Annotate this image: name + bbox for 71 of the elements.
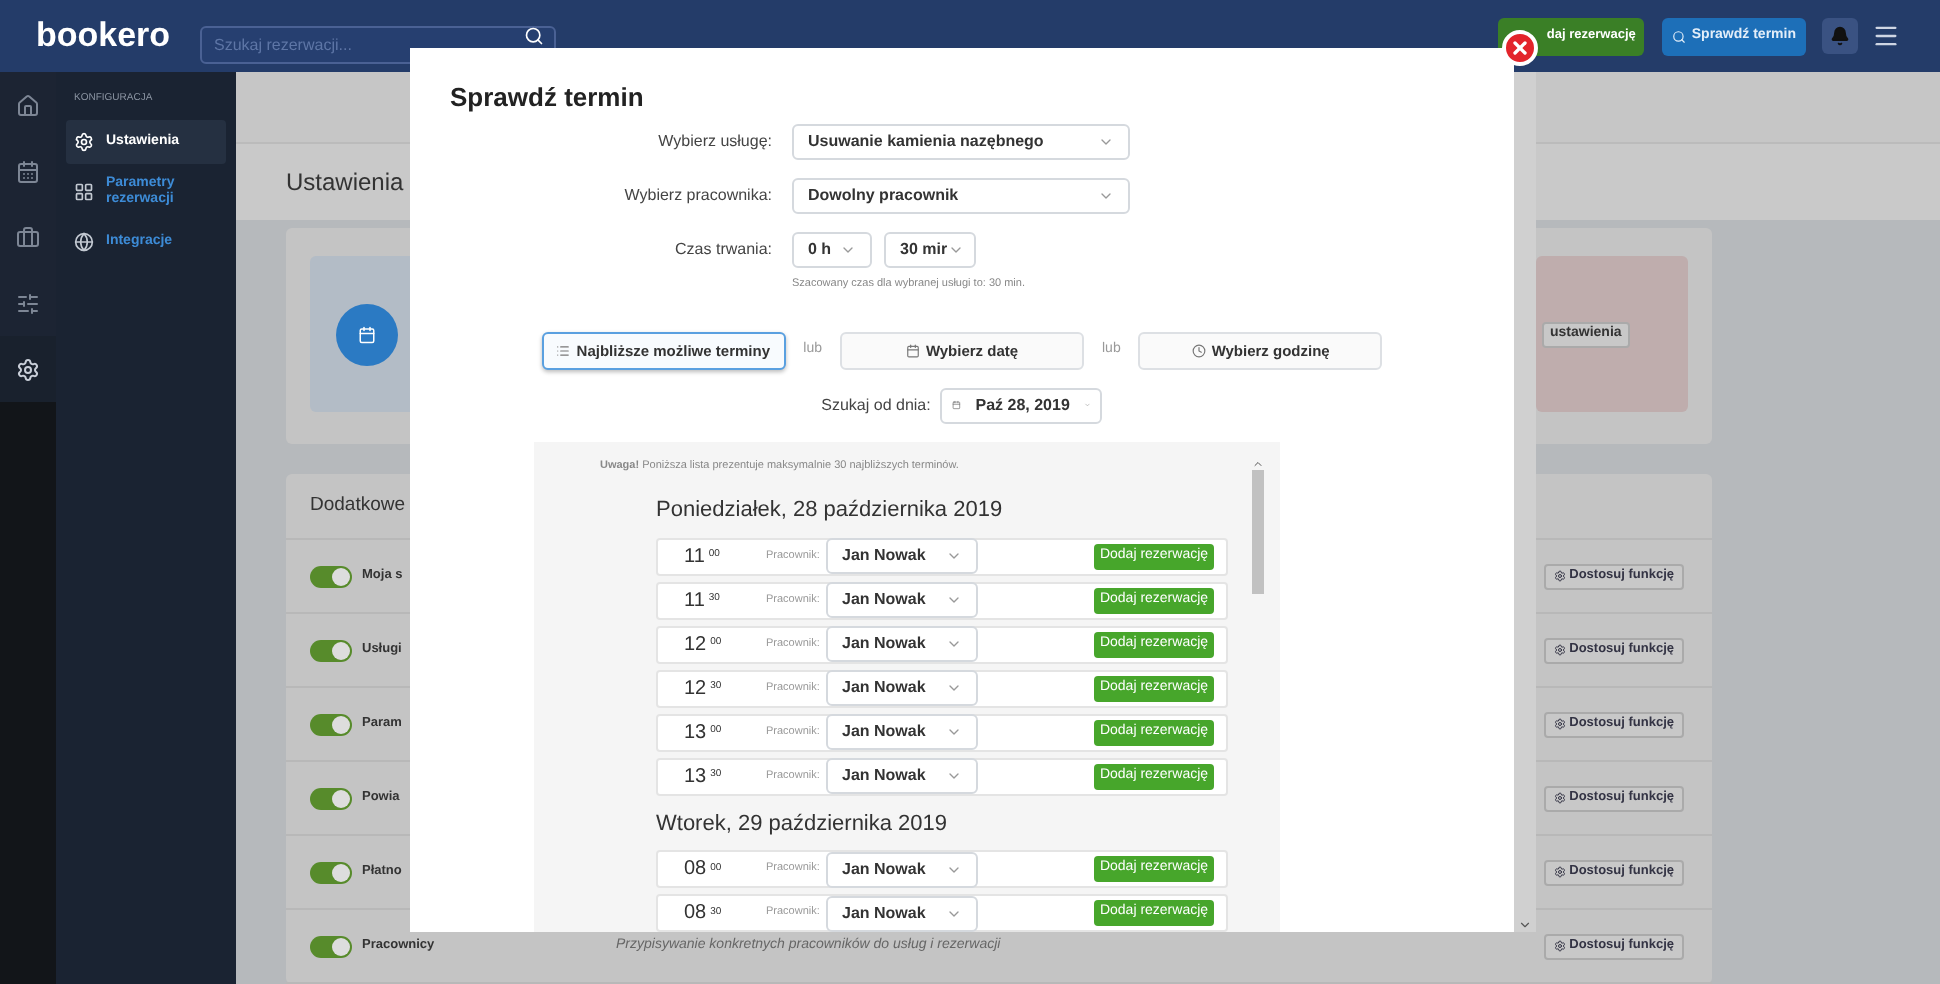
employee-select[interactable]: Dowolny pracownik: [792, 177, 1130, 213]
briefcase-icon: [16, 225, 40, 249]
settings-icon: [16, 357, 40, 381]
slot-time: 11 $^{30}$: [682, 587, 722, 615]
hours-select[interactable]: 0 h: [792, 231, 872, 267]
employee-select[interactable]: Jan Nowak: [826, 758, 978, 794]
chevron-icon: [946, 592, 962, 608]
slot-time: 12 $^{30}$: [682, 675, 724, 703]
modal-title: Sprawdź termin: [450, 80, 646, 116]
employee-select[interactable]: Jan Nowak: [826, 670, 978, 706]
home-icon: [16, 93, 40, 117]
close-icon: [1510, 38, 1530, 58]
scroll-down-icon[interactable]: [1518, 918, 1532, 932]
slot-time: 08 $^{00}$: [682, 856, 724, 884]
sliders-icon: [16, 291, 40, 315]
gear-icon: [1553, 570, 1566, 582]
toggle-switch[interactable]: [310, 639, 352, 661]
day-heading: Poniedziałek, 28 października 2019: [656, 496, 1005, 526]
minutes-select[interactable]: 30 mir: [884, 231, 976, 267]
toggle-switch[interactable]: [310, 861, 352, 883]
gear-icon: [1553, 644, 1566, 656]
slot-time: 13 $^{30}$: [682, 763, 724, 791]
search-icon: [1671, 29, 1686, 43]
service-select[interactable]: Usuwanie kamienia nazębnego: [792, 123, 1130, 159]
day-heading: Wtorek, 29 października 2019: [656, 809, 950, 839]
toggle-switch[interactable]: [310, 787, 352, 809]
chevron-icon: [946, 724, 962, 740]
toggle-switch[interactable]: [310, 565, 352, 587]
chevron-icon: [946, 768, 962, 784]
calendar-icon: [905, 343, 920, 358]
slot-time: 11 $^{00}$: [682, 543, 722, 571]
scroll-thumb[interactable]: [1252, 469, 1264, 594]
field-label: Czas trwania:: [673, 237, 772, 261]
gear-icon: [1553, 866, 1566, 878]
section-title: Dodatkowe: [310, 491, 406, 520]
date-picker[interactable]: Paź 28, 2019: [940, 387, 1103, 424]
notifications-button[interactable]: [1822, 18, 1858, 54]
globe-icon: [74, 231, 94, 251]
chevron-icon: [946, 680, 962, 696]
search-icon[interactable]: [524, 25, 544, 45]
employee-select[interactable]: Jan Nowak: [826, 895, 978, 931]
bell-icon: [1830, 26, 1850, 46]
chevron-icon: [946, 548, 962, 564]
field-label: Szukaj od dnia:: [821, 393, 931, 418]
menu-icon[interactable]: [1872, 22, 1900, 50]
field-label: Wybierz pracownika:: [622, 183, 772, 207]
gear-icon: [1553, 792, 1566, 804]
employee-select[interactable]: Jan Nowak: [826, 851, 978, 887]
clock-icon: [1191, 343, 1206, 358]
calendar-badge-icon: [336, 303, 398, 365]
settings-icon: [74, 131, 94, 151]
slot-time: 13 $^{00}$: [682, 719, 724, 747]
gear-icon: [1553, 940, 1566, 952]
field-label: Wybierz usługę:: [656, 129, 772, 153]
chevron-icon: [946, 636, 962, 652]
slot-time: 08 $^{30}$: [682, 900, 724, 928]
slot-time: 12 $^{00}$: [682, 631, 724, 659]
employee-select[interactable]: Jan Nowak: [826, 626, 978, 662]
toggle-switch[interactable]: [310, 713, 352, 735]
page-title: Ustawienia: [286, 166, 404, 201]
scroll-up-icon[interactable]: [1252, 457, 1264, 470]
toggle-switch[interactable]: [310, 935, 352, 957]
gear-icon: [1553, 718, 1566, 730]
list-icon: [556, 343, 571, 358]
logo: bookero: [36, 14, 173, 59]
calendar-icon: [16, 159, 40, 183]
employee-select[interactable]: Jan Nowak: [826, 538, 978, 574]
calendar-icon: [952, 396, 962, 415]
employee-select[interactable]: Jan Nowak: [826, 582, 978, 618]
employee-select[interactable]: Jan Nowak: [826, 714, 978, 750]
grid-icon: [74, 181, 94, 201]
